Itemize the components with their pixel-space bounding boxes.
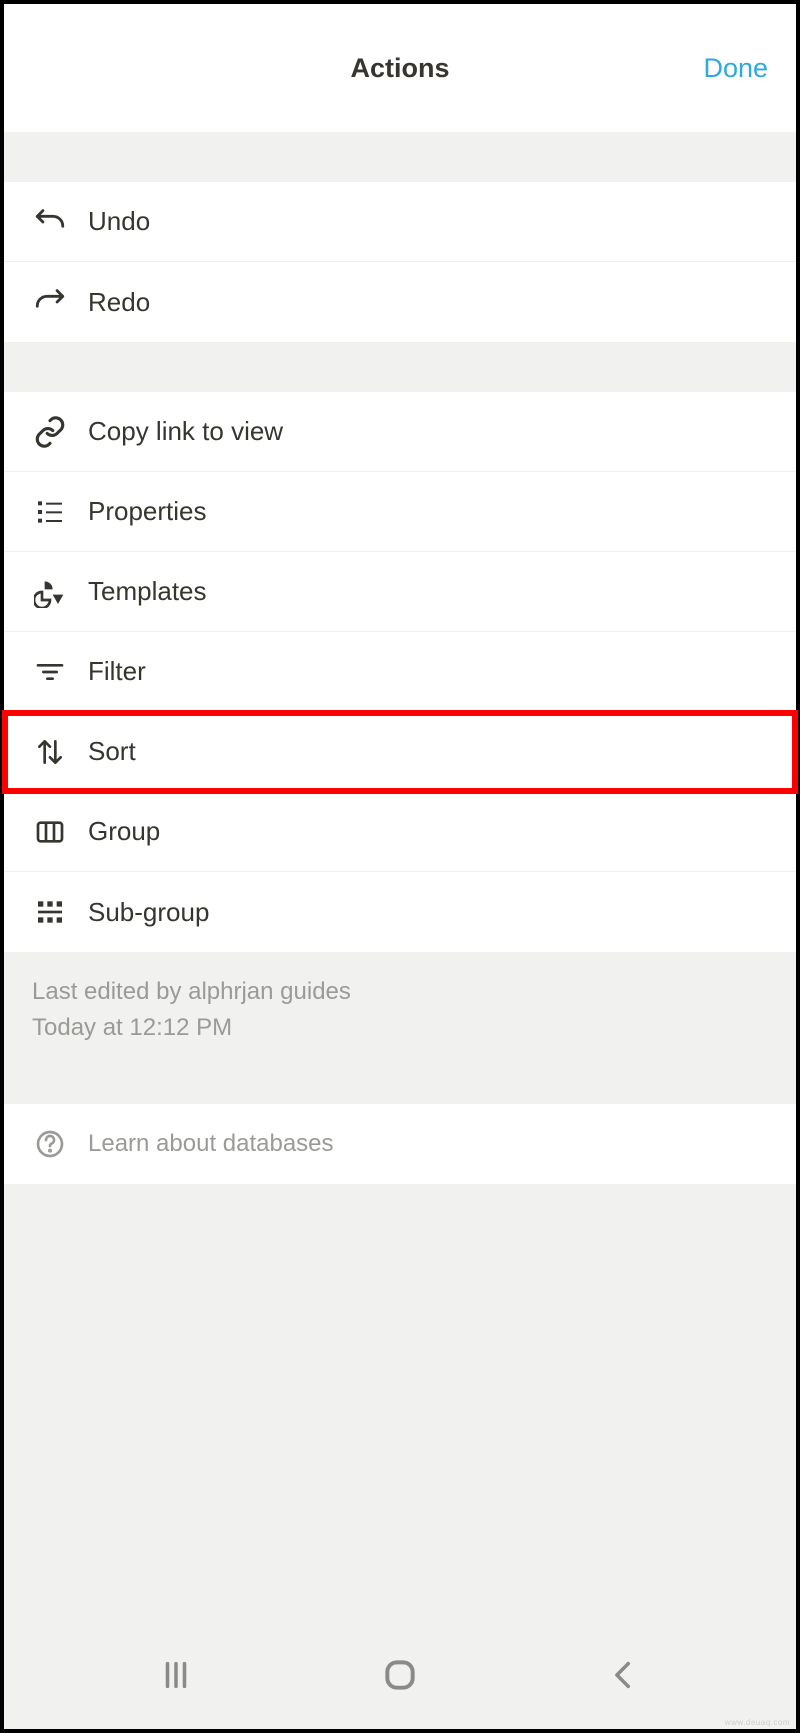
redo-item[interactable]: Redo — [4, 262, 796, 342]
android-nav-bar — [4, 1621, 796, 1729]
help-icon — [32, 1126, 68, 1162]
group-icon — [32, 814, 68, 850]
link-icon — [32, 414, 68, 450]
undo-item[interactable]: Undo — [4, 182, 796, 262]
templates-item[interactable]: Templates — [4, 552, 796, 632]
header: Actions Done — [4, 4, 796, 132]
learn-item[interactable]: Learn about databases — [4, 1104, 796, 1184]
recents-button[interactable] — [146, 1645, 206, 1705]
properties-icon — [32, 494, 68, 530]
copy-link-label: Copy link to view — [88, 416, 283, 447]
back-button[interactable] — [594, 1645, 654, 1705]
group-item[interactable]: Group — [4, 792, 796, 872]
section-spacer — [4, 132, 796, 182]
section-spacer — [4, 342, 796, 392]
filter-icon — [32, 654, 68, 690]
view-section: Copy link to view Properties Templates — [4, 392, 796, 952]
copy-link-item[interactable]: Copy link to view — [4, 392, 796, 472]
subgroup-label: Sub-group — [88, 897, 209, 928]
history-section: Undo Redo — [4, 182, 796, 342]
bottom-spacer — [4, 1184, 796, 1621]
filter-label: Filter — [88, 656, 146, 687]
sort-label: Sort — [88, 736, 136, 767]
sort-icon — [32, 734, 68, 770]
templates-icon — [32, 574, 68, 610]
watermark: www.deuaq.com — [725, 1718, 790, 1727]
properties-label: Properties — [88, 496, 207, 527]
redo-label: Redo — [88, 287, 150, 318]
sort-item[interactable]: Sort — [4, 712, 796, 792]
last-edited-info: Last edited by alphrjan guides Today at … — [4, 952, 796, 1074]
templates-label: Templates — [88, 576, 207, 607]
undo-label: Undo — [88, 206, 150, 237]
page-title: Actions — [350, 53, 449, 84]
done-button[interactable]: Done — [703, 53, 768, 84]
learn-label: Learn about databases — [88, 1130, 334, 1158]
undo-icon — [32, 204, 68, 240]
filter-item[interactable]: Filter — [4, 632, 796, 712]
edited-time-text: Today at 12:12 PM — [32, 1010, 768, 1046]
section-spacer — [4, 1074, 796, 1104]
home-button[interactable] — [370, 1645, 430, 1705]
subgroup-item[interactable]: Sub-group — [4, 872, 796, 952]
redo-icon — [32, 284, 68, 320]
subgroup-icon — [32, 894, 68, 930]
edited-by-text: Last edited by alphrjan guides — [32, 974, 768, 1010]
properties-item[interactable]: Properties — [4, 472, 796, 552]
group-label: Group — [88, 816, 160, 847]
